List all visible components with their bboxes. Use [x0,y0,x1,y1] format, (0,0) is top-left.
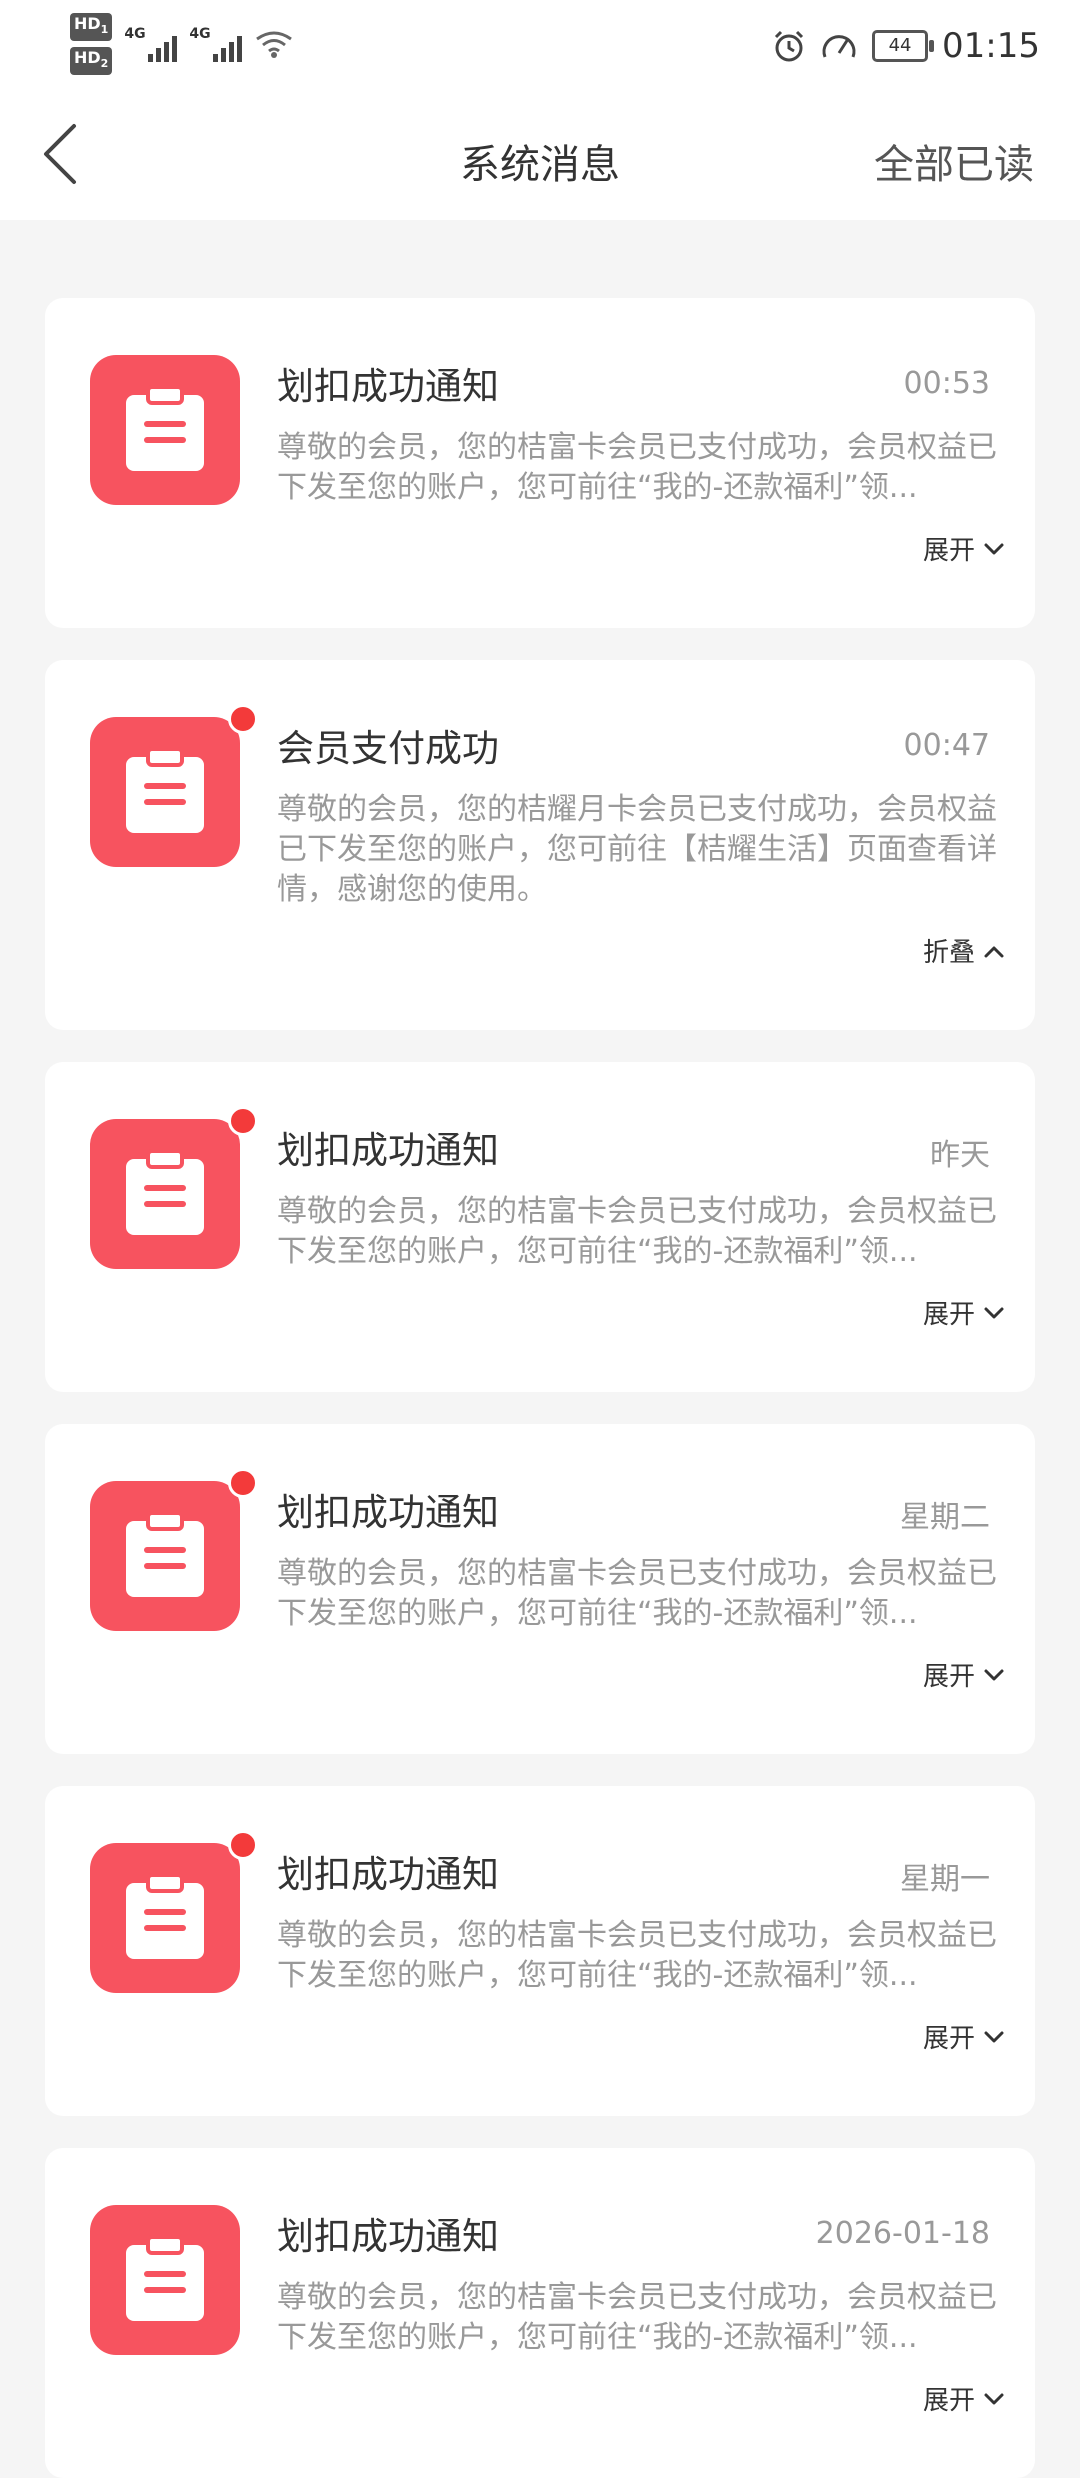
message-icon [90,1843,240,1993]
clipboard-icon [126,2235,204,2321]
hd-icon: HD2 [70,47,113,76]
message-title: 划扣成功通知 [277,1129,499,1172]
message-card[interactable]: 划扣成功通知 2026-01-18 尊敬的会员，您的桔富卡会员已支付成功，会员权… [45,2148,1035,2478]
toggle-label: 折叠 [922,938,975,968]
message-card[interactable]: 划扣成功通知 00:53 尊敬的会员，您的桔富卡会员已支付成功，会员权益已下发至… [45,298,1035,628]
message-title: 划扣成功通知 [277,365,499,408]
expand-toggle[interactable]: 展开 [923,1656,1005,1693]
expand-toggle[interactable]: 展开 [923,2018,1005,2055]
speed-icon [822,35,856,58]
clipboard-icon [126,1873,204,1959]
toggle-label: 展开 [922,2386,975,2416]
alarm-icon [774,30,804,62]
message-time: 星期一 [900,1862,990,1897]
expand-toggle[interactable]: 展开 [923,530,1005,567]
message-title: 划扣成功通知 [277,2215,499,2258]
message-card[interactable]: 划扣成功通知 昨天 尊敬的会员，您的桔富卡会员已支付成功，会员权益已下发至您的账… [45,1062,1035,1392]
nav-bar: 系统消息 全部已读 [0,90,1080,220]
message-body: 尊敬的会员，您的桔富卡会员已支付成功，会员权益已下发至您的账户，您可前往“我的-… [277,430,997,505]
wifi-icon [256,31,293,58]
message-title: 划扣成功通知 [277,1491,499,1534]
network-label: 4G [189,26,211,42]
status-right: 44 01:15 [772,18,1040,74]
message-icon [90,2205,240,2355]
hd-icon: HD1 [70,12,113,41]
chevron-down-icon [984,2031,1004,2042]
hd-indicators: HD1 HD2 [70,12,113,76]
hd2-label: HD [74,48,101,67]
message-body: 尊敬的会员，您的桔富卡会员已支付成功，会员权益已下发至您的账户，您可前往“我的-… [277,1556,997,1631]
clipboard-icon [126,385,204,471]
message-body: 尊敬的会员，您的桔耀月卡会员已支付成功，会员权益已下发至您的账户，您可前往【桔耀… [277,792,997,907]
expand-toggle[interactable]: 折叠 [923,932,1005,969]
message-body: 尊敬的会员，您的桔富卡会员已支付成功，会员权益已下发至您的账户，您可前往“我的-… [277,2280,997,2355]
signal-icon: 4G [124,26,178,62]
message-icon [90,1481,240,1631]
message-body: 尊敬的会员，您的桔富卡会员已支付成功，会员权益已下发至您的账户，您可前往“我的-… [277,1918,997,1993]
message-time: 昨天 [930,1138,990,1173]
unread-dot [228,1468,258,1498]
chevron-down-icon [984,1307,1004,1318]
status-bar: HD1 HD2 4G 4G 44 01:15 [0,0,1080,90]
clipboard-icon [126,1511,204,1597]
message-icon [90,717,240,867]
message-title: 划扣成功通知 [277,1853,499,1896]
message-time: 00:53 [903,366,990,401]
battery-level: 44 [888,35,912,56]
message-card[interactable]: 划扣成功通知 星期二 尊敬的会员，您的桔富卡会员已支付成功，会员权益已下发至您的… [45,1424,1035,1754]
chevron-up-icon [984,946,1004,957]
message-time: 2026-01-18 [815,2216,990,2251]
network-label: 4G [124,26,146,42]
message-time: 00:47 [903,728,990,763]
message-body: 尊敬的会员，您的桔富卡会员已支付成功，会员权益已下发至您的账户，您可前往“我的-… [277,1194,997,1269]
expand-toggle[interactable]: 展开 [923,2380,1005,2417]
clipboard-icon [126,747,204,833]
clock: 01:15 [942,26,1040,66]
hd1-label: HD [74,13,101,33]
chevron-down-icon [984,1669,1004,1680]
unread-dot [228,704,258,734]
battery-icon: 44 [872,30,935,62]
expand-toggle[interactable]: 展开 [923,1294,1005,1331]
message-icon [90,355,240,505]
toggle-label: 展开 [922,1300,975,1330]
message-card[interactable]: 划扣成功通知 星期一 尊敬的会员，您的桔富卡会员已支付成功，会员权益已下发至您的… [45,1786,1035,2116]
toggle-label: 展开 [922,536,975,566]
mark-all-read-button[interactable]: 全部已读 [874,132,1034,190]
signal-icon: 4G [189,26,243,62]
message-title: 会员支付成功 [277,727,499,770]
message-time: 星期二 [900,1500,990,1535]
toggle-label: 展开 [922,2024,975,2054]
chevron-down-icon [984,543,1004,554]
toggle-label: 展开 [922,1662,975,1692]
unread-dot [228,1830,258,1860]
unread-dot [228,1106,258,1136]
status-left: HD1 HD2 4G 4G [70,12,294,76]
message-card[interactable]: 会员支付成功 00:47 尊敬的会员，您的桔耀月卡会员已支付成功，会员权益已下发… [45,660,1035,1030]
clipboard-icon [126,1149,204,1235]
chevron-down-icon [984,2393,1004,2404]
message-icon [90,1119,240,1269]
